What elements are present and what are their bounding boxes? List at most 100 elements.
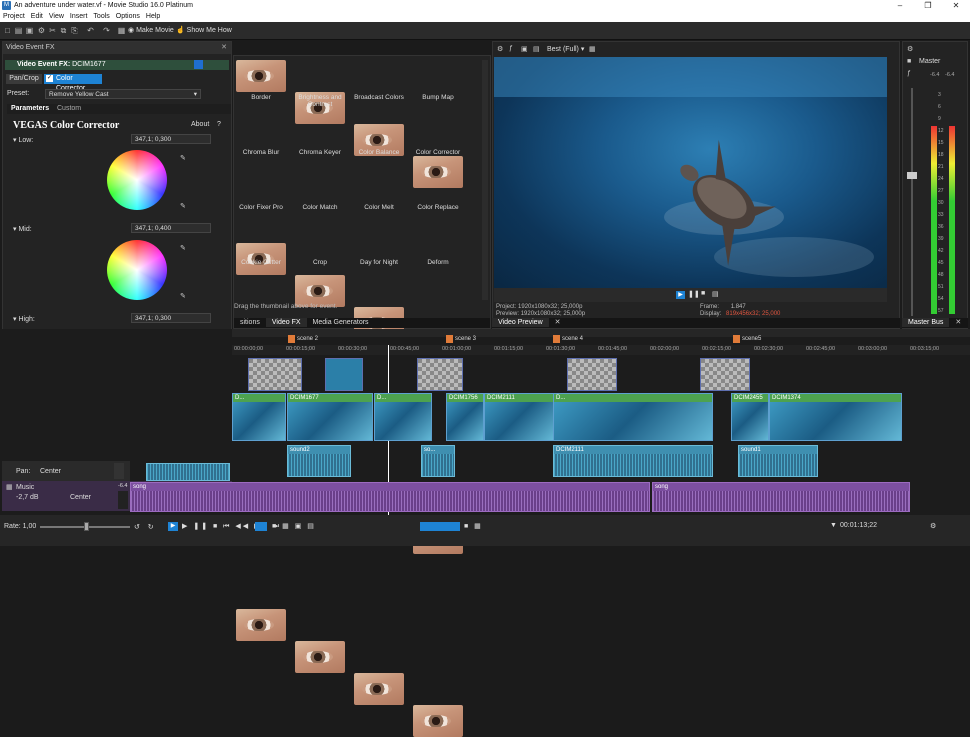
pan-value[interactable]: Center	[40, 468, 61, 475]
properties-icon[interactable]: ⚙	[37, 26, 46, 35]
eyedropper-icon[interactable]: ✎	[180, 292, 186, 300]
tab-video-preview[interactable]: Video Preview	[492, 318, 549, 327]
marker-icon[interactable]: ▼	[830, 522, 837, 529]
close-icon[interactable]: ✕	[549, 318, 567, 327]
snap-tools[interactable]	[420, 522, 460, 531]
loop-icon[interactable]: ▤	[712, 290, 719, 298]
redo-icon[interactable]: ↷	[102, 26, 111, 35]
video-clip[interactable]: D...	[553, 393, 713, 441]
menu-insert[interactable]: Insert	[67, 11, 91, 22]
fx-thumbnail[interactable]	[295, 641, 345, 673]
video-clip[interactable]: DCIM1677	[287, 393, 373, 441]
scene-marker[interactable]	[446, 335, 453, 343]
eyedropper-icon[interactable]: ✎	[180, 202, 186, 210]
paste-icon[interactable]: ⎘	[70, 26, 79, 35]
eyedropper-icon[interactable]: ✎	[180, 154, 186, 162]
audio-clip[interactable]	[146, 463, 230, 481]
music-clip[interactable]: song	[130, 482, 650, 512]
color-corrector-chip[interactable]: ✓Color Corrector	[44, 74, 102, 92]
play-button[interactable]: ▶	[168, 522, 178, 531]
mid-value-field[interactable]: 347,1; 0,400	[131, 223, 211, 233]
transport-buttons[interactable]: ↺ ↻	[134, 523, 157, 531]
open-icon[interactable]: ▤	[14, 26, 23, 35]
master-settings-icon[interactable]: ⚙	[907, 45, 913, 53]
rate-slider-knob[interactable]	[84, 522, 89, 531]
menu-tools[interactable]: Tools	[90, 11, 112, 22]
render-icon[interactable]: ▦	[117, 26, 126, 35]
music-pan[interactable]: Center	[70, 494, 91, 501]
low-color-wheel[interactable]	[107, 150, 167, 210]
expand-icon[interactable]: ▦	[6, 483, 13, 491]
master-fader[interactable]	[907, 172, 917, 179]
pause-icon[interactable]: ❚❚	[688, 290, 700, 298]
settings-icon[interactable]: ⚙	[930, 522, 936, 530]
video-clip[interactable]: DCIM1756	[446, 393, 484, 441]
new-icon[interactable]: □	[3, 26, 12, 35]
fx-thumbnail[interactable]	[413, 156, 463, 188]
high-value-field[interactable]: 347,1; 0,300	[131, 313, 211, 323]
mid-color-wheel[interactable]	[107, 240, 167, 300]
menu-help[interactable]: Help	[143, 11, 163, 22]
tab-custom[interactable]: Custom	[57, 105, 81, 112]
edit-tools[interactable]: ■ ▦ ▣ ▤	[272, 522, 316, 530]
tab-master-bus[interactable]: Master Bus	[902, 318, 950, 327]
pan-crop-chip[interactable]: Pan/Crop	[6, 74, 42, 84]
tab-transitions[interactable]: sitions	[234, 318, 266, 327]
save-snapshot-icon[interactable]: ▤	[533, 45, 540, 53]
video-clip[interactable]: D...	[232, 393, 286, 441]
close-icon[interactable]: ✕	[949, 318, 967, 327]
master-speaker-icon[interactable]: ■	[907, 58, 911, 65]
undo-icon[interactable]: ↶	[86, 26, 95, 35]
music-clip[interactable]: song	[652, 482, 910, 512]
scene-marker[interactable]	[288, 335, 295, 343]
transition-clip[interactable]	[567, 358, 617, 391]
video-clip[interactable]: DCIM1374	[769, 393, 902, 441]
transition-clip[interactable]	[248, 358, 302, 391]
master-fx-icon[interactable]: ƒ	[907, 70, 911, 77]
transition-clip[interactable]	[700, 358, 750, 391]
menu-edit[interactable]: Edit	[28, 11, 46, 22]
scene-marker[interactable]	[733, 335, 740, 343]
fx-thumbnail[interactable]	[354, 673, 404, 705]
fx-thumbnail[interactable]	[413, 705, 463, 737]
copy-icon[interactable]: ⧉	[59, 26, 68, 35]
preview-fx-icon[interactable]: ƒ	[509, 45, 513, 52]
fx-thumbnail[interactable]	[236, 609, 286, 641]
close-icon[interactable]: ✕	[942, 0, 970, 11]
menu-options[interactable]: Options	[113, 11, 143, 22]
tab-parameters[interactable]: Parameters	[11, 105, 49, 112]
preset-select[interactable]: Remove Yellow Cast ▾	[45, 89, 201, 99]
scene-marker[interactable]	[553, 335, 560, 343]
video-clip[interactable]: DCIM2111	[484, 393, 554, 441]
about-link[interactable]: About	[191, 121, 209, 128]
edit-tool-icon[interactable]	[255, 522, 267, 531]
music-volume[interactable]: -2,7 dB	[16, 494, 39, 501]
menu-project[interactable]: Project	[0, 11, 28, 22]
tab-media-generators[interactable]: Media Generators	[307, 318, 375, 327]
menu-view[interactable]: View	[46, 11, 67, 22]
zoom-tools[interactable]: ■ ▦	[464, 522, 483, 530]
audio-clip[interactable]: sound1	[738, 445, 818, 477]
make-movie-button[interactable]: ◉ Make Movie	[128, 26, 174, 34]
overlay-clip[interactable]	[325, 358, 363, 391]
video-clip[interactable]: DCIM2455	[731, 393, 769, 441]
stop-icon[interactable]: ■	[701, 290, 705, 297]
show-me-how-button[interactable]: ☝ Show Me How	[176, 26, 232, 34]
fx-grid-icon[interactable]	[194, 60, 203, 69]
video-clip[interactable]: D...	[374, 393, 432, 441]
tab-video-fx[interactable]: Video FX	[265, 318, 307, 327]
copy-snapshot-icon[interactable]: ▣	[521, 45, 528, 53]
fx-browser-scrollbar[interactable]	[482, 60, 488, 300]
audio-clip[interactable]: so...	[421, 445, 455, 477]
quality-select[interactable]: Best (Full) ▾	[547, 45, 584, 53]
preview-settings-icon[interactable]: ⚙	[497, 45, 503, 53]
minimize-icon[interactable]: –	[886, 0, 914, 11]
audio-clip[interactable]: DCIM2111	[553, 445, 713, 477]
maximize-icon[interactable]: ❐	[914, 0, 942, 11]
fx-thumbnail[interactable]	[236, 60, 286, 92]
save-icon[interactable]: ▣	[25, 26, 34, 35]
low-value-field[interactable]: 347,1; 0,300	[131, 134, 211, 144]
checkbox-icon[interactable]: ✓	[46, 75, 53, 82]
help-link[interactable]: ?	[217, 121, 221, 128]
cut-icon[interactable]: ✂	[48, 26, 57, 35]
